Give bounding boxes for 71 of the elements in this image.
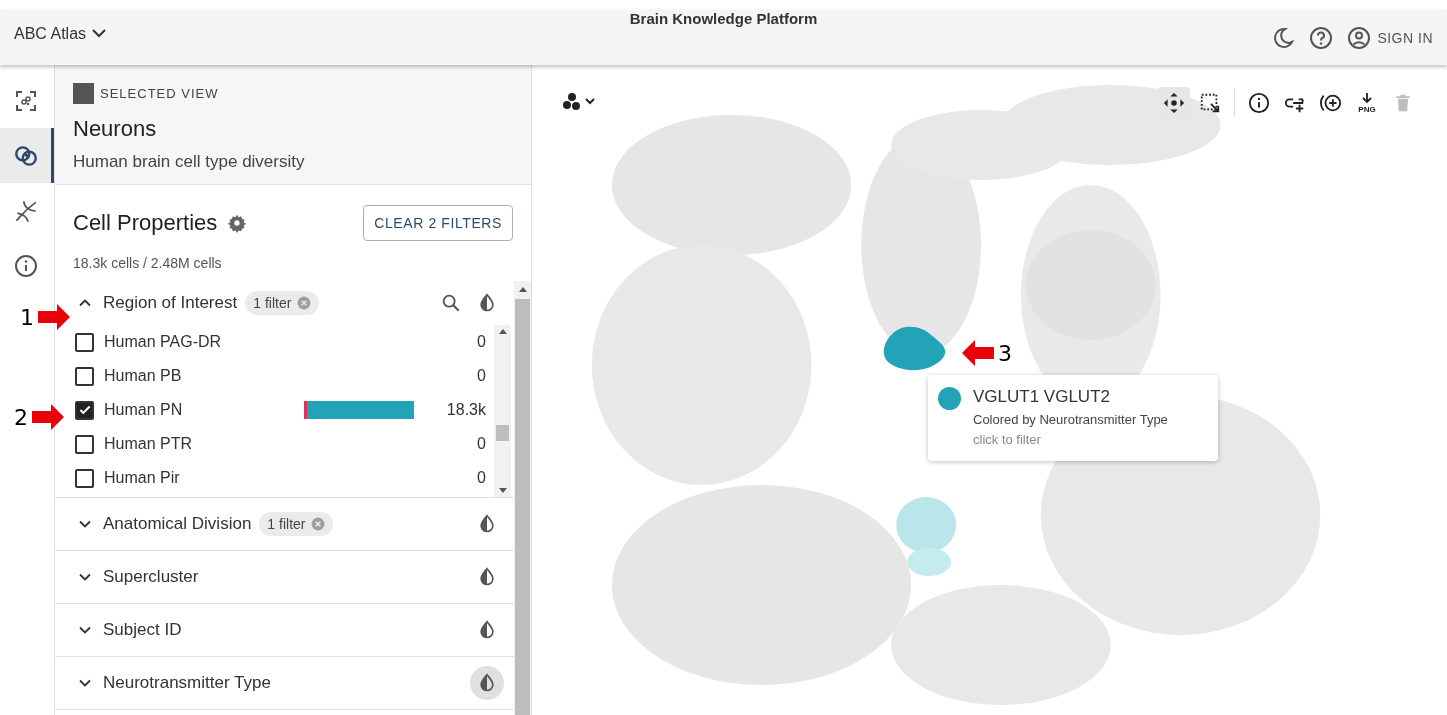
tooltip-subtitle: Colored by Neurotransmitter Type [973, 412, 1168, 427]
cell-count: 0 [476, 435, 486, 453]
view-subtitle: Human brain cell type diversity [73, 152, 306, 172]
cell-count: 0 [476, 333, 486, 351]
cell-count: 18.3k cells / 2.48M cells [73, 255, 223, 271]
section-title[interactable]: Subject ID [103, 620, 182, 640]
tooltip-title: VGLUT1 VGLUT2 [973, 387, 1111, 407]
app-menu[interactable]: ABC Atlas [14, 24, 107, 43]
panel-title: Cell Properties [73, 210, 218, 236]
check-icon [77, 403, 92, 417]
tooltip-hint: click to filter [973, 432, 1042, 447]
checkbox[interactable] [75, 400, 94, 420]
scroll-up-icon[interactable] [497, 327, 508, 335]
app-title: Brain Knowledge Platform [629, 10, 818, 27]
delete-icon [1393, 92, 1413, 114]
arrow-icon [38, 304, 70, 330]
section-label: SELECTED VIEW [100, 86, 219, 101]
moon-icon[interactable] [1271, 25, 1296, 50]
move-icon [1163, 92, 1185, 114]
callout-number: 3 [998, 340, 1012, 366]
rail-tab[interactable] [0, 128, 54, 183]
section-title[interactable]: Anatomical Division [103, 514, 252, 534]
download-icon [1360, 92, 1374, 105]
color-by-button[interactable] [470, 666, 504, 700]
cell-count: 0 [476, 367, 486, 385]
scroll-thumb[interactable] [496, 425, 509, 441]
contrast-icon [477, 293, 497, 313]
region-label[interactable]: Human PN [104, 401, 294, 419]
section-title[interactable]: Region of Interest [103, 293, 238, 313]
info-icon [13, 253, 38, 278]
search-icon[interactable] [440, 292, 462, 314]
scroll-up-icon[interactable] [517, 285, 528, 293]
checkbox[interactable] [75, 332, 94, 352]
callout-number: 2 [14, 404, 28, 430]
section-title[interactable]: Neurotransmitter Type [103, 673, 271, 693]
chevron-down-icon [92, 29, 107, 38]
user-icon [1347, 25, 1372, 50]
scroll-thumb[interactable] [515, 299, 530, 715]
help-icon[interactable] [1309, 25, 1334, 50]
settings-icon[interactable] [227, 213, 248, 233]
checkbox[interactable] [75, 366, 94, 386]
contrast-icon [477, 673, 497, 693]
checkbox[interactable] [75, 468, 94, 488]
add-circle-icon [1319, 92, 1343, 114]
sign-in-button[interactable]: SIGN IN [1347, 25, 1433, 50]
contrast-icon [477, 514, 497, 534]
info-icon [1248, 92, 1270, 114]
view-title: Neurons [73, 116, 158, 142]
scatter-frame-icon [13, 88, 38, 113]
scroll-down-icon[interactable] [497, 487, 508, 495]
box-select-icon [1199, 92, 1221, 114]
filter-chip[interactable]: 1 filter [259, 512, 334, 536]
contrast-icon [477, 620, 497, 640]
contrast-icon [477, 567, 497, 587]
section-title[interactable]: Supercluster [103, 567, 199, 587]
filter-chip[interactable]: 1 filter [245, 291, 320, 315]
region-label[interactable]: Human PAG-DR [104, 333, 294, 351]
scrollbar[interactable] [494, 325, 511, 497]
callout-number: 1 [20, 304, 34, 330]
view-swatch-icon [73, 83, 94, 104]
cell-count: 0 [476, 469, 486, 487]
region-label[interactable]: Human PB [104, 367, 294, 385]
region-label[interactable]: Human PTR [104, 435, 294, 453]
arrow-icon [32, 404, 64, 430]
checkbox[interactable] [75, 434, 94, 454]
cell-count: 18.3k [445, 401, 486, 419]
clear-filters-button[interactable]: CLEAR 2 FILTERS [363, 205, 513, 241]
scrollbar[interactable] [514, 281, 531, 715]
arrow-icon [962, 340, 994, 366]
download-button[interactable]: PNG [1351, 87, 1383, 119]
region-label[interactable]: Human Pir [104, 469, 294, 487]
